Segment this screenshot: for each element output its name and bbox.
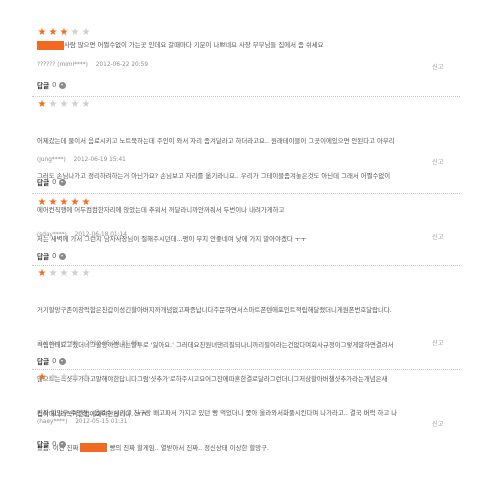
- reply-count: 0: [52, 440, 57, 448]
- report-link[interactable]: 신고: [432, 419, 443, 428]
- reply-count: 0: [52, 81, 57, 89]
- star-rating: ★ ★ ★ ★ ★: [37, 373, 91, 383]
- star-filled-icon: ★: [48, 197, 58, 208]
- star-rating: ★ ★ ★ ★ ★: [37, 269, 91, 279]
- reply-label: 답글: [37, 441, 50, 449]
- star-rating: ★ ★ ★ ★ ★: [37, 28, 91, 38]
- reply-label: 답글: [37, 82, 50, 90]
- star-filled-icon: ★: [37, 197, 47, 208]
- reply-toggle[interactable]: 답글 0: [37, 80, 67, 90]
- review-author: (jung****): [37, 157, 66, 163]
- review-text-line: 어제갔는데 물이서 음료시키고 노트북하는데 주인이 와서 자리 좀겨달라고 하…: [37, 137, 395, 145]
- report-link[interactable]: 신고: [432, 232, 443, 241]
- review-meta: (haey****) 2012-05-15 01:31: [37, 419, 133, 425]
- star-filled-icon: ★: [59, 27, 69, 38]
- divider: [32, 369, 460, 370]
- reply-toggle[interactable]: 답글 0: [37, 251, 67, 261]
- star-rating: ★ ★ ★ ★ ★: [37, 198, 91, 208]
- star-empty-icon: ★: [59, 268, 69, 279]
- star-filled-icon: ★: [70, 197, 80, 208]
- review-date: 2012-06-22 20:59: [95, 62, 149, 68]
- review-date: 2012-06-18 01:14: [74, 232, 127, 238]
- star-empty-icon: ★: [70, 27, 80, 38]
- review-author: ?????? (mimi****): [37, 62, 88, 68]
- review-date: 2012-06-19 15:41: [73, 157, 126, 163]
- reply-label: 답글: [37, 253, 50, 261]
- review-author: (haey****): [37, 419, 68, 425]
- star-rating: ★ ★ ★ ★ ★: [37, 100, 91, 110]
- review-meta: ?????? (mimi****) 2012-06-22 20:59: [37, 62, 154, 68]
- star-empty-icon: ★: [48, 268, 58, 279]
- reply-count: 0: [52, 178, 57, 186]
- star-filled-icon: ★: [59, 197, 69, 208]
- star-empty-icon: ★: [48, 99, 58, 110]
- star-filled-icon: ★: [37, 99, 47, 110]
- review-date: 2012-05-20 21:49: [85, 341, 138, 347]
- star-empty-icon: ★: [59, 99, 69, 110]
- redaction-block: [80, 443, 108, 452]
- chevron-down-icon: [59, 178, 67, 186]
- review-meta: 국시 (lady****) 2012-05-20 21:49: [37, 338, 144, 347]
- star-empty-icon: ★: [81, 27, 91, 38]
- star-empty-icon: ★: [81, 99, 91, 110]
- reply-toggle[interactable]: 답글 0: [37, 177, 67, 187]
- reply-toggle[interactable]: 답글 0: [37, 356, 67, 366]
- review-meta: (jung****) 2012-06-19 15:41: [37, 157, 132, 163]
- reply-count: 0: [52, 252, 57, 260]
- review-text-line: 거기할망구존이창럭함은친갑이성긴할아버지까개념없고짜증납니다주문하면서스마트폰텐…: [37, 306, 392, 314]
- reply-label: 답글: [37, 358, 50, 366]
- review-author: 국시 (lady****): [37, 341, 78, 347]
- star-empty-icon: ★: [70, 268, 80, 279]
- review-text-line: 많으트는꼭샷추가라고말해야한답니다그럼'샷추가'로하주시고요어그잔에따혼한결로달…: [37, 375, 388, 383]
- chevron-down-icon: [59, 357, 67, 365]
- review-text-line: 진짜 할망구 주인장.. 음료수 시키고 친구랑 배고파서 가지고 있던 빵 먹…: [37, 409, 398, 417]
- star-filled-icon: ★: [81, 197, 91, 208]
- star-empty-icon: ★: [81, 372, 91, 383]
- star-empty-icon: ★: [70, 99, 80, 110]
- reply-label: 답글: [37, 179, 50, 187]
- divider: [32, 96, 460, 97]
- chevron-down-icon: [59, 81, 67, 89]
- reply-toggle[interactable]: 답글 0: [37, 439, 67, 449]
- star-filled-icon: ★: [37, 27, 47, 38]
- star-filled-icon: ★: [37, 372, 47, 383]
- report-link[interactable]: 신고: [432, 338, 443, 347]
- star-empty-icon: ★: [59, 372, 69, 383]
- star-empty-icon: ★: [48, 372, 58, 383]
- chevron-down-icon: [59, 252, 67, 260]
- review-date: 2012-05-15 01:31: [75, 419, 128, 425]
- reply-count: 0: [52, 357, 57, 365]
- star-empty-icon: ★: [81, 268, 91, 279]
- review-author: (sday****): [37, 232, 67, 238]
- redaction-block: [37, 40, 64, 50]
- star-filled-icon: ★: [48, 27, 58, 38]
- review-text: 사람 많으면 어쩔수없이 가는곳 인데요 갈때마다 기분이 나쁘네요 사장 부부…: [37, 40, 457, 52]
- star-empty-icon: ★: [70, 372, 80, 383]
- star-filled-icon: ★: [37, 268, 47, 279]
- review-text-line: 그러도 손님나가고 정리하려하는거 아닌가요? 손님보고 자리를 옮기라니요..…: [37, 171, 391, 180]
- review-text: 진짜 할망구 주인장.. 음료수 시키고 친구랑 배고파서 가지고 있던 빵 먹…: [37, 385, 457, 477]
- review-meta: (sday****) 2012-06-18 01:14: [37, 232, 133, 238]
- review-text-line: 왔음. 이건 진짜 빵의 진짜 할게임.. 열받아서 진짜.. 정신상태 이상한…: [37, 443, 270, 452]
- chevron-down-icon: [59, 440, 67, 448]
- divider: [32, 193, 460, 194]
- review-text: 저는 새벽에 가서 그런지 남자사장님이 절해주시던데...평이 무지 안좋네여…: [37, 211, 457, 269]
- report-link[interactable]: 신고: [432, 62, 443, 71]
- report-link[interactable]: 신고: [432, 157, 443, 166]
- divider: [32, 265, 460, 266]
